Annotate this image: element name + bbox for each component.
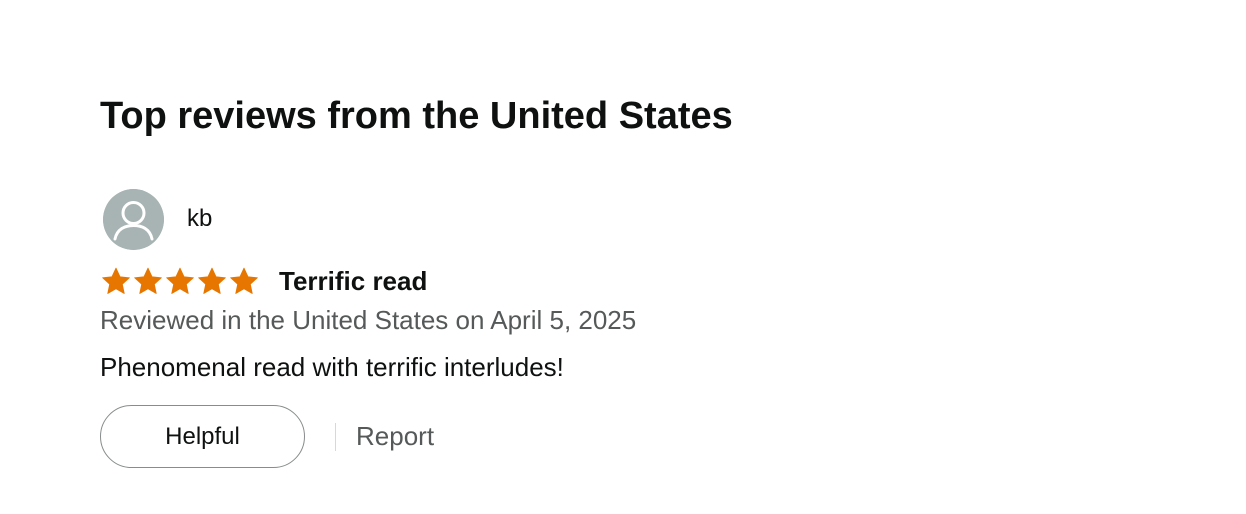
review-actions: Helpful Report [100, 405, 1000, 468]
star-icon [102, 267, 130, 294]
star-icon [166, 267, 194, 294]
star-icon [134, 267, 162, 294]
review-title[interactable]: Terrific read [279, 266, 427, 297]
rating-row: Terrific read [100, 264, 1000, 298]
reviewer-profile[interactable]: kb [103, 188, 1000, 250]
star-icon [198, 267, 226, 294]
reviews-section: Top reviews from the United States kb Te… [0, 0, 1246, 514]
reviewer-name[interactable]: kb [187, 205, 212, 233]
report-link[interactable]: Report [356, 421, 434, 452]
section-title: Top reviews from the United States [100, 95, 733, 137]
avatar[interactable] [103, 188, 164, 250]
divider [335, 422, 336, 451]
review-item: kb Terrific read Reviewed in the United … [100, 188, 1000, 468]
star-rating[interactable] [100, 266, 260, 297]
user-silhouette-icon [103, 188, 164, 250]
star-icon [230, 267, 258, 294]
review-body: Phenomenal read with terrific interludes… [100, 352, 564, 382]
review-date: Reviewed in the United States on April 5… [100, 305, 637, 335]
helpful-button[interactable]: Helpful [100, 405, 305, 468]
